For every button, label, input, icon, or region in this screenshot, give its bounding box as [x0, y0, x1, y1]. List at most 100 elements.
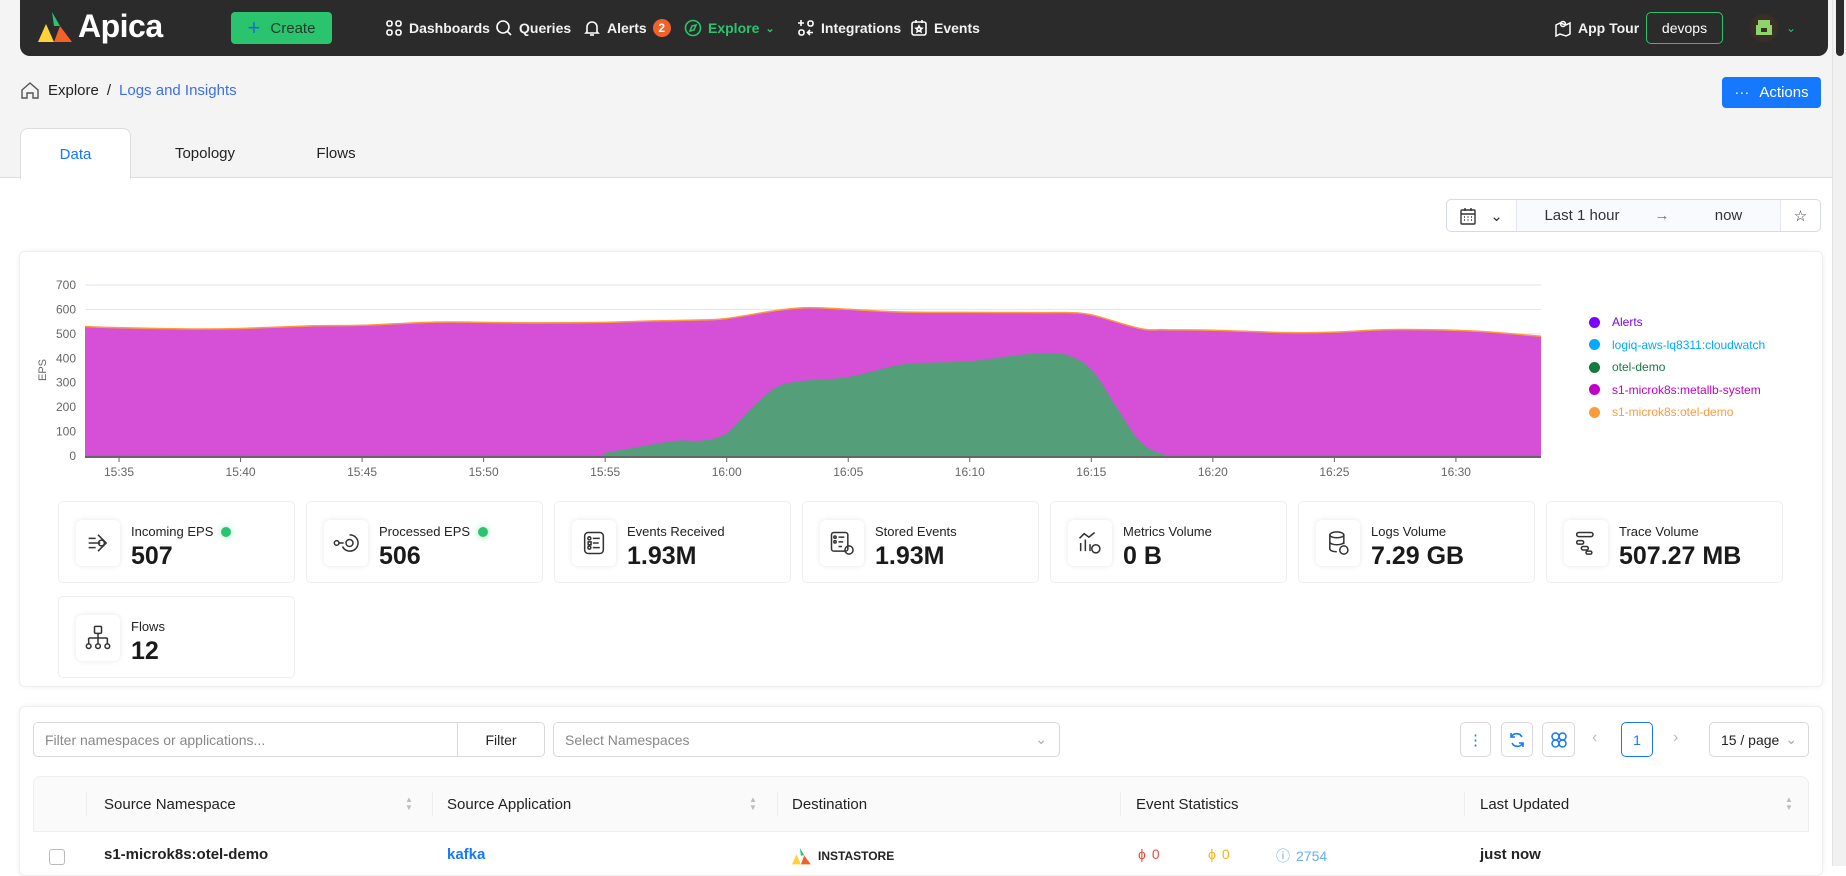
events-received-icon: [572, 520, 616, 566]
filter-button[interactable]: Filter: [457, 722, 545, 757]
page-size-value: 15 / page: [1720, 731, 1780, 748]
stat-label-text: Events Received: [627, 524, 725, 539]
legend-item[interactable]: otel-demo: [1589, 360, 1665, 374]
y-tick-label: 500: [56, 327, 76, 341]
info-count: ⓘ 2754: [1276, 846, 1327, 866]
stat-value: 1.93M: [627, 542, 697, 570]
page-size-select[interactable]: 15 / page ⌄: [1709, 722, 1809, 757]
legend-item[interactable]: s1-microk8s:metallb-system: [1589, 383, 1761, 397]
column-event-statistics: Event Statistics: [1136, 795, 1239, 813]
stat-card-incoming-eps: Incoming EPS 507: [58, 501, 295, 583]
sort-icon[interactable]: ▲ ▼: [1785, 796, 1793, 812]
column-last-updated[interactable]: Last Updated: [1480, 776, 1569, 832]
x-tick-label: 15:40: [226, 465, 256, 479]
stat-card-processed-eps: Processed EPS 506: [306, 501, 543, 583]
stat-card-events-received: Events Received 1.93M: [554, 501, 791, 583]
stored-events-icon: [820, 520, 864, 566]
stat-value: 506: [379, 542, 421, 570]
processed-eps-icon: [324, 520, 368, 566]
chevron-down-icon: ⌄: [1785, 731, 1798, 747]
sort-icon[interactable]: ▲ ▼: [405, 796, 413, 812]
filter-input[interactable]: Filter namespaces or applications...: [33, 722, 458, 757]
legend-label: Alerts: [1612, 315, 1643, 329]
logs-volume-icon: [1316, 520, 1360, 566]
stat-label-text: Metrics Volume: [1123, 524, 1212, 539]
y-tick-label: 600: [56, 302, 76, 316]
legend-dot: [1589, 361, 1600, 373]
x-tick-label: 15:35: [104, 465, 134, 479]
lightning-icon: ϕ: [1208, 846, 1216, 862]
prev-page-button[interactable]: ‹: [1592, 729, 1597, 747]
y-tick-label: 200: [56, 400, 76, 414]
stat-label: Trace Volume: [1619, 524, 1699, 539]
layout-toggle-button[interactable]: [1542, 722, 1575, 757]
y-tick-label: 100: [56, 425, 76, 439]
row-last-updated: just now: [1480, 846, 1541, 863]
column-source-namespace[interactable]: Source Namespace: [104, 776, 236, 832]
info-count-value: 2754: [1296, 848, 1328, 864]
stat-card-trace-volume: Trace Volume 507.27 MB: [1546, 501, 1783, 583]
refresh-icon: [1510, 732, 1524, 747]
y-tick-label: 300: [56, 376, 76, 390]
legend-dot: [1589, 406, 1600, 418]
stat-value: 0 B: [1123, 542, 1162, 570]
page-1-button[interactable]: 1: [1621, 722, 1653, 757]
stat-value: 507: [131, 542, 173, 570]
stat-label-text: Stored Events: [875, 524, 957, 539]
warning-count-value: 0: [1221, 846, 1230, 862]
legend-dot: [1589, 384, 1600, 395]
incoming-eps-icon: [76, 520, 120, 566]
x-tick-label: 15:55: [590, 465, 620, 479]
warning-count: ϕ0: [1208, 846, 1230, 862]
stat-card-logs-volume: Logs Volume 7.29 GB: [1298, 501, 1535, 583]
chevron-down-icon: ⌄: [1035, 731, 1047, 747]
stat-card-flows: Flows 12: [58, 596, 295, 678]
legend-item[interactable]: logiq-aws-lq8311:cloudwatch: [1589, 338, 1765, 352]
legend-item[interactable]: s1-microk8s:otel-demo: [1589, 405, 1733, 419]
stat-label: Events Received: [627, 524, 725, 539]
legend-item[interactable]: Alerts: [1589, 315, 1643, 329]
more-options-button[interactable]: ⋮: [1460, 722, 1491, 757]
sort-icon[interactable]: ▲ ▼: [749, 796, 757, 812]
legend-label: otel-demo: [1612, 360, 1666, 374]
trace-volume-icon: [1564, 520, 1608, 566]
legend-label: logiq-aws-lq8311:cloudwatch: [1612, 337, 1766, 352]
stat-card-stored-events: Stored Events 1.93M: [802, 501, 1039, 583]
namespace-select-placeholder: Select Namespaces: [565, 731, 690, 748]
x-tick-label: 16:20: [1198, 465, 1228, 479]
stat-label-text: Logs Volume: [1371, 524, 1447, 539]
stat-value: 507.27 MB: [1619, 542, 1742, 570]
lightning-icon: ϕ: [1138, 846, 1146, 862]
stat-card-metrics-volume: Metrics Volume 0 B: [1050, 501, 1287, 583]
y-axis-label: EPS: [37, 359, 49, 381]
legend-label: s1-microk8s:metallb-system: [1612, 382, 1761, 397]
stat-value: 1.93M: [875, 542, 945, 570]
stat-label: Incoming EPS: [131, 524, 232, 539]
next-page-button[interactable]: ›: [1673, 729, 1678, 747]
column-source-application[interactable]: Source Application: [447, 776, 571, 832]
metrics-volume-icon: [1068, 520, 1112, 566]
legend-dot: [1589, 339, 1600, 350]
live-status-dot: [478, 526, 489, 537]
stat-label-text: Processed EPS: [379, 524, 471, 539]
row-namespace: s1-microk8s:otel-demo: [104, 846, 269, 863]
info-icon: ⓘ: [1276, 848, 1290, 864]
x-tick-label: 15:45: [347, 465, 377, 479]
y-tick-label: 700: [56, 278, 76, 292]
stat-label: Flows: [131, 619, 165, 634]
destination-label: INSTASTORE: [818, 849, 895, 863]
legend-dot: [1589, 316, 1600, 328]
refresh-button[interactable]: [1501, 722, 1533, 757]
instastore-logo-icon: [792, 847, 811, 865]
row-checkbox[interactable]: [49, 849, 65, 865]
row-application-link[interactable]: kafka: [447, 846, 485, 863]
live-status-dot: [221, 526, 232, 537]
namespace-select[interactable]: Select Namespaces ⌄: [553, 722, 1060, 757]
x-tick-label: 15:50: [469, 465, 499, 479]
row-destination: INSTASTORE: [792, 846, 894, 866]
stat-value: 12: [131, 637, 159, 665]
x-tick-label: 16:00: [712, 465, 742, 479]
x-tick-label: 16:30: [1441, 465, 1471, 479]
error-count-value: 0: [1151, 846, 1160, 862]
stat-label: Metrics Volume: [1123, 524, 1212, 539]
